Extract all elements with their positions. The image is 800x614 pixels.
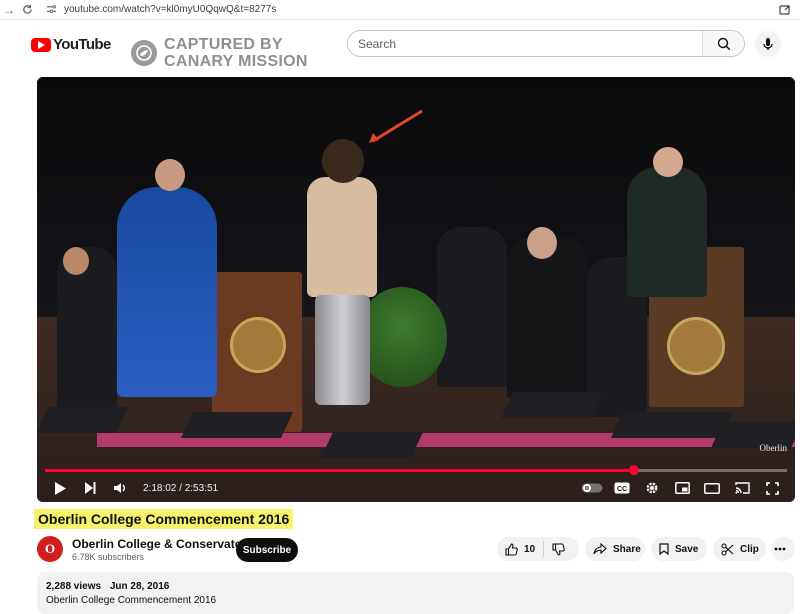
canary-mission-watermark: CAPTURED BY CANARY MISSION (131, 36, 308, 70)
youtube-header: YouTube CAPTURED BY CANARY MISSION (0, 20, 800, 72)
url-field[interactable]: youtube.com/watch?v=kl0myU0QqwQ&t=8277s (44, 1, 776, 19)
potted-plant (357, 287, 447, 387)
official-in-blue-robe (117, 187, 217, 397)
search-box (347, 30, 745, 57)
next-icon (85, 482, 96, 494)
watermark-line-1: CAPTURED BY (164, 36, 283, 53)
video-watermark: Oberlin (759, 443, 788, 453)
progress-bar[interactable] (45, 465, 787, 475)
settings-button[interactable] (637, 476, 667, 500)
clip-label: Clip (740, 543, 759, 555)
voice-search-button[interactable] (755, 31, 781, 57)
svg-text:CC: CC (617, 486, 627, 493)
player-controls: 2:18:02 / 2:53:51 CC (37, 475, 795, 501)
next-button[interactable] (75, 476, 105, 500)
audience-member (437, 227, 507, 387)
youtube-logo[interactable]: YouTube (31, 36, 111, 53)
progress-played (45, 469, 635, 472)
subscribe-button[interactable]: Subscribe (236, 538, 298, 562)
save-label: Save (675, 543, 699, 555)
search-button[interactable] (702, 31, 744, 56)
cast-icon (734, 482, 750, 494)
audience-member (507, 237, 587, 397)
autoplay-toggle[interactable] (577, 476, 607, 500)
play-icon (55, 481, 66, 495)
graduation-cap (37, 407, 129, 433)
site-settings-icon[interactable] (44, 3, 58, 17)
canary-mission-logo-icon (131, 40, 157, 66)
fullscreen-button[interactable] (757, 476, 787, 500)
microphone-icon (763, 38, 773, 50)
oberlin-seal (230, 317, 286, 373)
share-button[interactable]: Share (585, 537, 645, 561)
youtube-play-icon (31, 37, 51, 52)
browser-address-bar: → youtube.com/watch?v=kl0myU0QqwQ&t=8277… (0, 0, 800, 20)
graduation-cap (500, 392, 604, 418)
channel-name[interactable]: Oberlin College & Conservatory (72, 537, 253, 551)
autoplay-toggle-icon (581, 483, 603, 493)
channel-avatar[interactable]: O (37, 536, 63, 562)
forward-icon[interactable]: → (0, 1, 18, 19)
share-label: Share (613, 543, 641, 555)
view-count: 2,288 views (46, 581, 102, 592)
podium-left (212, 272, 302, 432)
graduation-cap (320, 432, 424, 458)
bookmark-icon (659, 543, 669, 555)
play-button[interactable] (45, 476, 75, 500)
red-arrow-annotation (369, 109, 423, 143)
video-title: Oberlin College Commencement 2016 (34, 509, 294, 529)
theater-mode-button[interactable] (697, 476, 727, 500)
video-player[interactable]: Oberlin 2:18:02 / 2:53:51 CC (37, 77, 795, 502)
volume-icon (114, 483, 125, 493)
graduate-head (322, 139, 364, 183)
description-text: Oberlin College Commencement 2016 (46, 595, 217, 606)
description-box[interactable]: 2,288 views Jun 28, 2016 Oberlin College… (37, 572, 794, 614)
graduate-in-tan-jacket (307, 177, 377, 297)
reload-icon[interactable] (18, 1, 36, 19)
gear-icon (646, 482, 658, 494)
time-display: 2:18:02 / 2:53:51 (143, 482, 219, 494)
like-button[interactable]: 10 (497, 537, 543, 561)
miniplayer-button[interactable] (667, 476, 697, 500)
graduation-cap (610, 412, 734, 438)
thumbs-up-icon (505, 542, 518, 556)
fullscreen-icon (765, 481, 779, 495)
oberlin-seal (667, 317, 725, 375)
subtitles-button[interactable]: CC (607, 476, 637, 500)
upload-date: Jun 28, 2016 (109, 581, 170, 592)
graduation-cap (180, 412, 294, 438)
miniplayer-icon (674, 482, 690, 494)
like-dislike-group: 10 (497, 537, 579, 561)
scissors-icon (721, 542, 734, 556)
search-icon (717, 37, 730, 50)
more-horizontal-icon (774, 547, 786, 551)
dislike-button[interactable] (544, 537, 573, 561)
share-icon (593, 543, 607, 555)
mute-button[interactable] (105, 476, 135, 500)
video-frame: Oberlin (37, 77, 795, 502)
watermark-line-2: CANARY MISSION (164, 53, 308, 70)
subscriber-count: 6.78K subscribers (72, 552, 145, 562)
cast-button[interactable] (727, 476, 757, 500)
more-actions-button[interactable] (771, 537, 795, 561)
theater-mode-icon (704, 482, 720, 494)
speaker-in-robe (627, 167, 707, 297)
closed-captions-icon: CC (614, 482, 630, 494)
save-button[interactable]: Save (651, 537, 707, 561)
url-text: youtube.com/watch?v=kl0myU0QqwQ&t=8277s (64, 4, 277, 15)
thumbs-down-icon (552, 542, 565, 556)
like-count: 10 (524, 543, 536, 555)
clip-button[interactable]: Clip (713, 537, 766, 561)
youtube-logo-text: YouTube (53, 36, 111, 53)
search-input[interactable] (348, 31, 702, 56)
extension-icon[interactable] (776, 1, 794, 19)
